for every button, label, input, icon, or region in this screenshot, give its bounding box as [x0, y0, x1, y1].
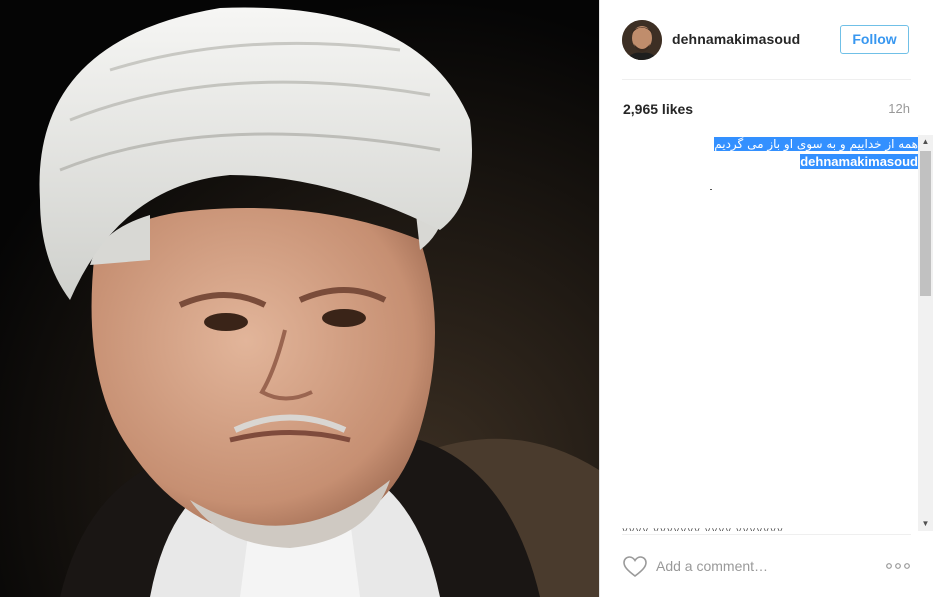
scrollbar-thumb[interactable] — [920, 151, 931, 296]
heart-icon[interactable] — [623, 556, 647, 578]
avatar[interactable] — [622, 20, 662, 60]
username-link[interactable]: dehnamakimasoud — [672, 31, 800, 47]
post-sidebar: dehnamakimasoud Follow 2,965 likes 12h ه… — [599, 0, 933, 597]
comments-scrollbar[interactable]: ▲ ▼ — [918, 135, 933, 531]
more-options-icon[interactable] — [885, 558, 911, 574]
comments-area[interactable]: همه از خداییم و به سوی او باز می گردیم d… — [622, 135, 918, 531]
header-divider — [622, 79, 911, 80]
caption-username-link[interactable]: dehnamakimasoud — [800, 154, 918, 169]
avatar-image — [622, 20, 662, 60]
post-header: dehnamakimasoud Follow — [600, 0, 933, 80]
scroll-up-arrow-icon[interactable]: ▲ — [918, 135, 933, 149]
likes-count[interactable]: 2,965 likes — [623, 101, 693, 117]
footer-divider — [622, 534, 911, 535]
follow-button[interactable]: Follow — [840, 25, 909, 54]
post-image[interactable] — [0, 0, 599, 597]
post-timestamp[interactable]: 12h — [888, 101, 910, 116]
caption-dot — [710, 189, 712, 190]
clipped-comment-fragment: ˅˅˅˅ ˅˅˅˅˅˅˅ ˅˅˅˅ ˅˅˅˅˅˅˅ — [622, 526, 784, 531]
comment-input[interactable] — [656, 555, 856, 577]
caption: همه از خداییم و به سوی او باز می گردیم d… — [622, 135, 918, 170]
scroll-down-arrow-icon[interactable]: ▼ — [918, 517, 933, 531]
portrait-illustration — [0, 0, 599, 597]
caption-text: همه از خداییم و به سوی او باز می گردیم — [714, 137, 918, 151]
